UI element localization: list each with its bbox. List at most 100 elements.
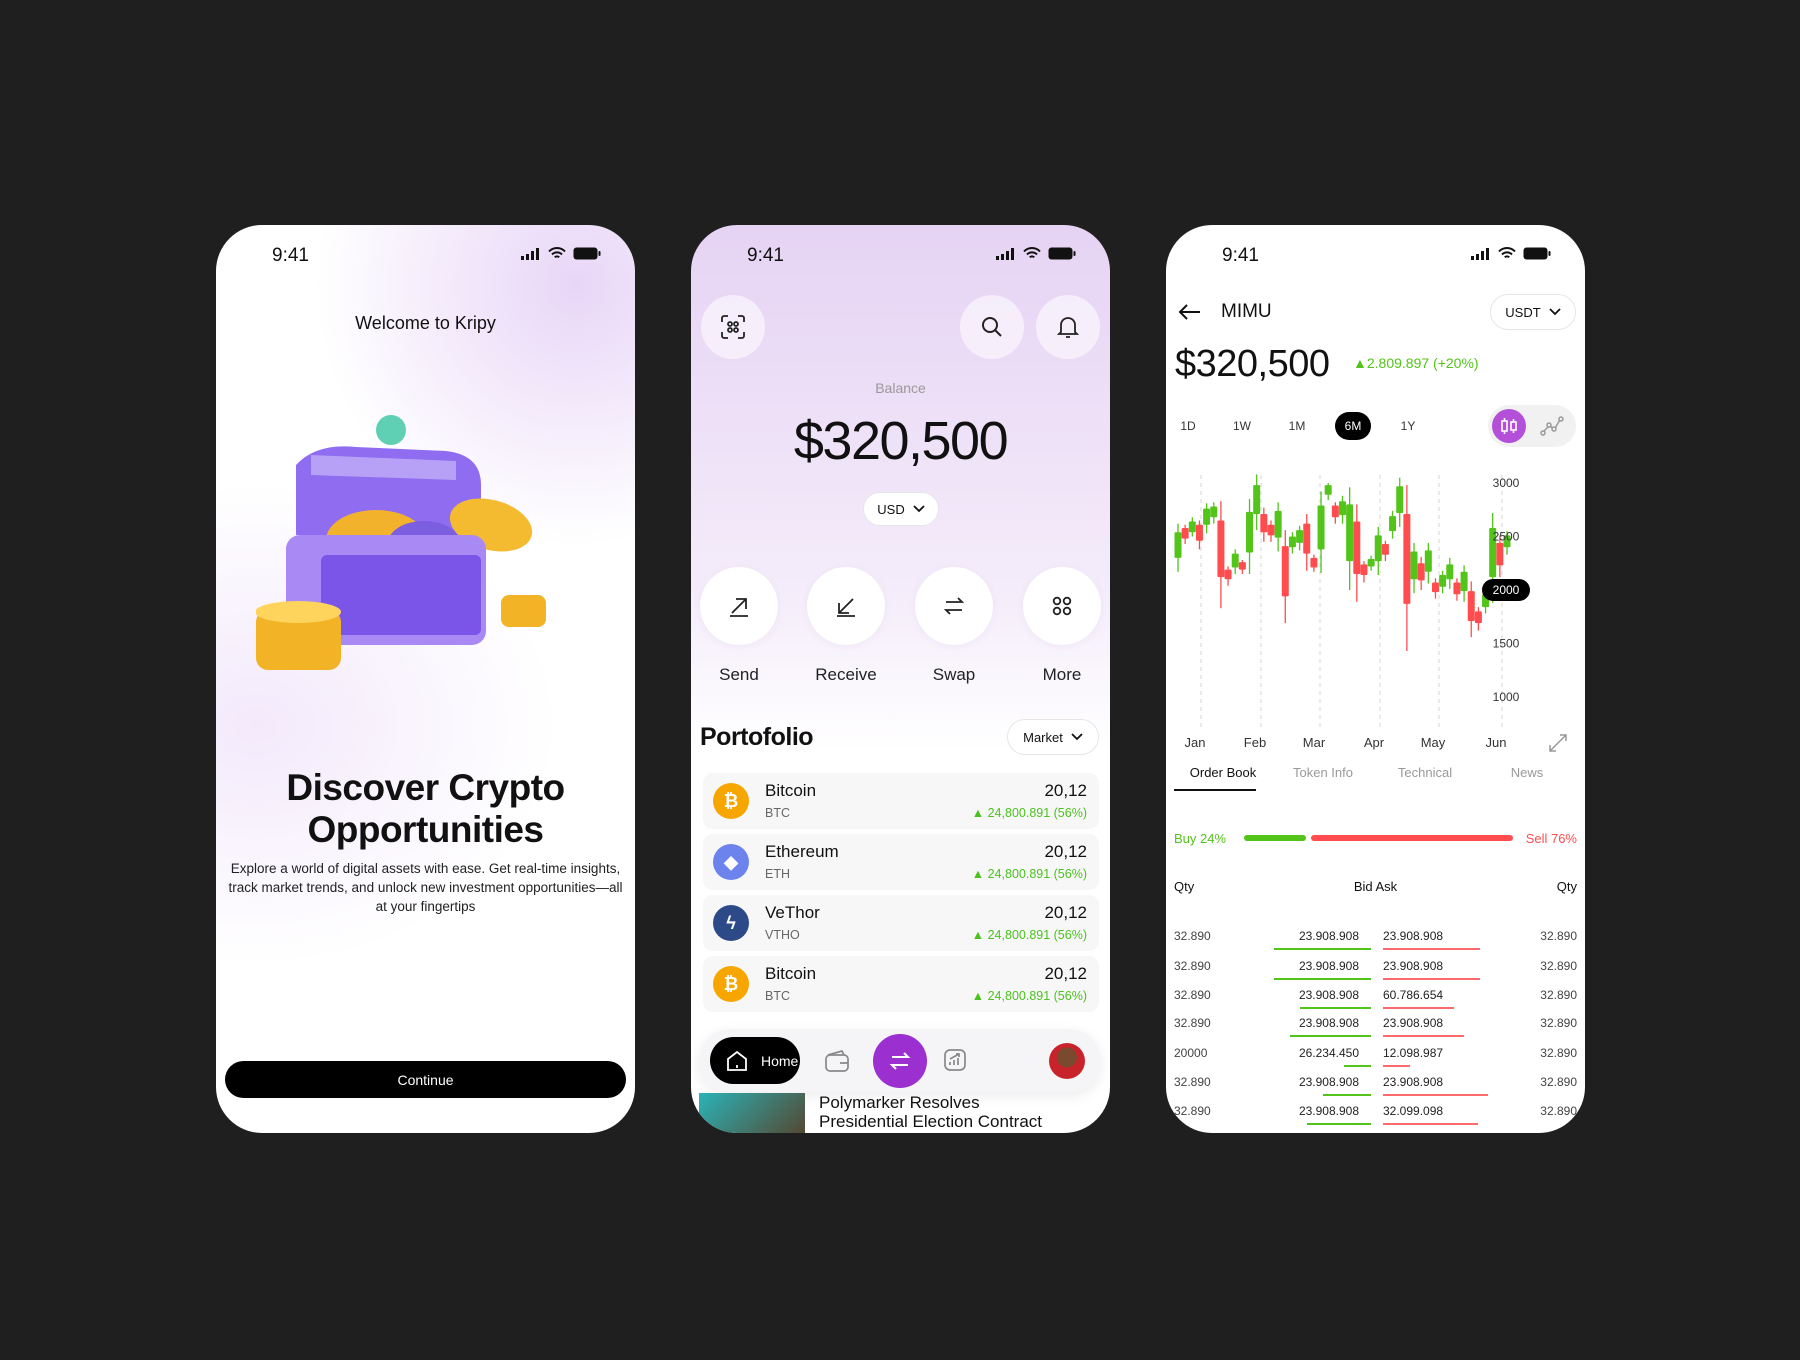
ask-price: 23.908.908 bbox=[1383, 959, 1444, 973]
bell-icon bbox=[1056, 317, 1080, 338]
bid-qty: 32.890 bbox=[1174, 1016, 1211, 1030]
range-tab-1w[interactable]: 1W bbox=[1224, 412, 1260, 440]
receive-button[interactable]: Receive bbox=[796, 567, 896, 685]
notifications-button[interactable] bbox=[1036, 295, 1100, 359]
quote-currency-select[interactable]: USDT bbox=[1490, 294, 1576, 330]
news-title-line2: Presidential Election Contract bbox=[819, 1112, 1043, 1131]
candle-body bbox=[1474, 611, 1482, 624]
range-tab-1y[interactable]: 1Y bbox=[1390, 412, 1426, 440]
bid-depth-bar bbox=[1274, 978, 1371, 980]
nav-swap-button[interactable] bbox=[873, 1034, 927, 1088]
more-button[interactable]: More bbox=[1012, 567, 1110, 685]
tab-news[interactable]: News bbox=[1477, 765, 1577, 780]
candlestick-icon bbox=[1501, 418, 1517, 434]
news-thumbnail[interactable] bbox=[699, 1093, 805, 1133]
candle-body bbox=[1203, 508, 1211, 525]
candle-body bbox=[1260, 514, 1268, 533]
coin-name: VeThor bbox=[765, 903, 820, 922]
candle-body bbox=[1396, 486, 1404, 513]
wifi-icon bbox=[548, 247, 566, 259]
portfolio-filter-select[interactable]: Market bbox=[1007, 719, 1099, 755]
order-book-row[interactable]: 32.890 23.908.908 32.099.098 32.890 bbox=[1174, 1104, 1577, 1126]
wallet-icon[interactable] bbox=[824, 1049, 850, 1073]
candle-body bbox=[1439, 575, 1447, 587]
candle-body bbox=[1317, 505, 1325, 550]
battery-icon bbox=[1523, 247, 1551, 260]
send-button[interactable]: Send bbox=[691, 567, 789, 685]
coin-amount: 20,12 bbox=[1044, 781, 1087, 800]
balance-amount: $320,500 bbox=[793, 411, 1009, 471]
swap-icon bbox=[889, 1052, 911, 1070]
ethereum-coin-icon: ◆ bbox=[713, 844, 749, 880]
grid-icon bbox=[1052, 596, 1072, 616]
order-book-row[interactable]: 32.890 23.908.908 23.908.908 32.890 bbox=[1174, 1016, 1577, 1038]
chevron-down-icon bbox=[1549, 308, 1561, 316]
range-tab-1d[interactable]: 1D bbox=[1170, 412, 1206, 440]
bid-price: 23.908.908 bbox=[1298, 959, 1359, 973]
bid-depth-bar bbox=[1274, 948, 1371, 950]
nav-home[interactable]: Home bbox=[710, 1037, 800, 1084]
portfolio-row[interactable]: ₿ Bitcoin BTC 20,12 ▲ 24,800.891 (56%) bbox=[703, 773, 1099, 829]
candle-body bbox=[1403, 514, 1411, 604]
candle-body bbox=[1288, 536, 1296, 548]
order-book-row[interactable]: 32.890 23.908.908 60.786.654 32.890 bbox=[1174, 988, 1577, 1010]
month-label: Jan bbox=[1185, 735, 1206, 750]
ask-qty: 32.890 bbox=[1540, 1104, 1577, 1118]
scan-button[interactable] bbox=[701, 295, 765, 359]
portfolio-row[interactable]: ₿ Bitcoin BTC 20,12 ▲ 24,800.891 (56%) bbox=[703, 956, 1099, 1012]
profile-avatar[interactable] bbox=[1049, 1043, 1085, 1079]
candle-body bbox=[1453, 582, 1461, 595]
coin-symbol: ETH bbox=[765, 867, 790, 881]
bid-qty: 32.890 bbox=[1174, 1075, 1211, 1089]
candle-body bbox=[1281, 546, 1289, 597]
continue-button[interactable]: Continue bbox=[225, 1061, 626, 1098]
wifi-icon bbox=[1023, 247, 1041, 259]
portfolio-row[interactable]: ϟ VeThor VTHO 20,12 ▲ 24,800.891 (56%) bbox=[703, 895, 1099, 951]
chart-icon[interactable] bbox=[943, 1048, 967, 1072]
range-tab-6m[interactable]: 6M bbox=[1335, 412, 1371, 440]
order-book-row[interactable]: 32.890 23.908.908 23.908.908 32.890 bbox=[1174, 1075, 1577, 1097]
bitcoin-coin-icon: ₿ bbox=[713, 783, 749, 819]
expand-icon[interactable] bbox=[1548, 733, 1568, 753]
candle-body bbox=[1324, 485, 1332, 495]
order-book-row[interactable]: 20000 26.234.450 12.098.987 32.890 bbox=[1174, 1046, 1577, 1068]
candle-body bbox=[1217, 520, 1225, 578]
coin-symbol: VTHO bbox=[765, 928, 800, 942]
back-arrow-icon[interactable] bbox=[1178, 303, 1202, 321]
coin-change: ▲ 24,800.891 (56%) bbox=[971, 806, 1087, 820]
y-tick-label: 1000 bbox=[1493, 690, 1520, 704]
balance-label: Balance bbox=[875, 380, 926, 396]
bid-price: 23.908.908 bbox=[1298, 1104, 1359, 1118]
candle-body bbox=[1253, 485, 1261, 515]
ask-price: 23.908.908 bbox=[1383, 1016, 1444, 1030]
bid-qty: 20000 bbox=[1174, 1046, 1208, 1060]
month-label: Feb bbox=[1244, 735, 1266, 750]
candle-body bbox=[1303, 523, 1311, 554]
swap-button[interactable]: Swap bbox=[904, 567, 1004, 685]
line-chart-icon[interactable] bbox=[1540, 415, 1564, 437]
candle-body bbox=[1238, 562, 1246, 570]
order-book-row[interactable]: 32.890 23.908.908 23.908.908 32.890 bbox=[1174, 959, 1577, 981]
candlestick-chart[interactable]: Jan Feb Mar Apr May Jun 3000 2500 2000 1500 1000 bbox=[1166, 455, 1585, 755]
bid-price: 23.908.908 bbox=[1298, 929, 1359, 943]
search-button[interactable] bbox=[960, 295, 1024, 359]
candlestick-toggle[interactable] bbox=[1492, 409, 1526, 443]
news-title[interactable]: Polymarker Resolves Presidential Electio… bbox=[819, 1093, 1042, 1131]
tab-order-book[interactable]: Order Book bbox=[1173, 765, 1273, 780]
status-time: 9:41 bbox=[272, 245, 309, 266]
y-tick-label: 3000 bbox=[1493, 476, 1520, 490]
coin-symbol: BTC bbox=[765, 806, 790, 820]
candle-body bbox=[1296, 530, 1304, 543]
chart-type-toggle bbox=[1488, 405, 1576, 447]
order-book-row[interactable]: 32.890 23.908.908 23.908.908 32.890 bbox=[1174, 929, 1577, 951]
y-tick-label: 1500 bbox=[1493, 637, 1520, 651]
portfolio-row[interactable]: ◆ Ethereum ETH 20,12 ▲ 24,800.891 (56%) bbox=[703, 834, 1099, 890]
tab-technical[interactable]: Technical bbox=[1375, 765, 1475, 780]
bottom-nav: Home bbox=[699, 1029, 1101, 1092]
candle-body bbox=[1460, 571, 1468, 592]
status-icons bbox=[521, 247, 601, 260]
range-tab-1m[interactable]: 1M bbox=[1279, 412, 1315, 440]
tab-token-info[interactable]: Token Info bbox=[1273, 765, 1373, 780]
candle-body bbox=[1360, 564, 1368, 576]
currency-select[interactable]: USD bbox=[863, 492, 939, 526]
